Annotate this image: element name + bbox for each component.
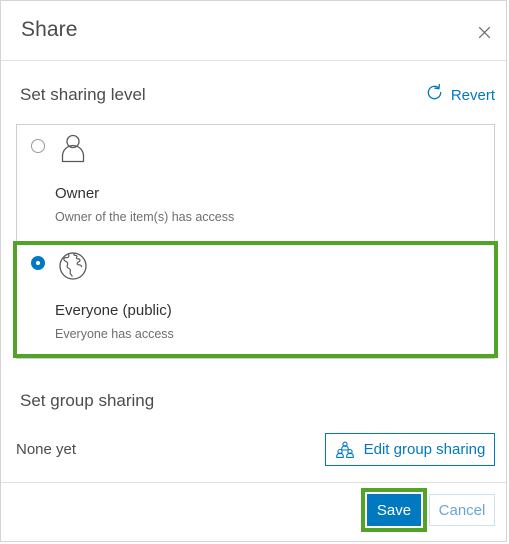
sharing-level-options: Owner Owner of the item(s) has access Ev…	[16, 124, 495, 359]
sharing-option-label: Owner	[55, 185, 100, 202]
group-people-icon	[335, 441, 355, 459]
sharing-option-description: Everyone has access	[55, 327, 174, 341]
radio-everyone[interactable]	[31, 256, 45, 270]
dialog-header: Share	[1, 1, 506, 61]
sharing-level-heading: Set sharing level	[20, 85, 146, 104]
edit-group-sharing-button[interactable]: Edit group sharing	[325, 433, 495, 466]
revert-icon	[425, 83, 444, 107]
globe-icon	[55, 248, 91, 284]
footer-divider	[1, 482, 506, 483]
share-dialog: Share Set sharing level Revert Owner Own…	[0, 0, 507, 542]
sharing-level-section-header: Set sharing level Revert	[1, 83, 506, 115]
sharing-option-description: Owner of the item(s) has access	[55, 210, 235, 224]
revert-label: Revert	[450, 86, 495, 104]
revert-button[interactable]: Revert	[425, 83, 495, 107]
save-button[interactable]: Save	[367, 494, 421, 526]
person-icon	[55, 131, 91, 167]
cancel-button[interactable]: Cancel	[429, 494, 495, 526]
group-sharing-heading: Set group sharing	[20, 391, 155, 410]
close-icon[interactable]	[471, 19, 497, 45]
sharing-option-label: Everyone (public)	[55, 302, 172, 319]
group-sharing-section-header: Set group sharing	[1, 391, 506, 421]
sharing-option-everyone[interactable]: Everyone (public) Everyone has access	[17, 242, 494, 359]
radio-owner[interactable]	[31, 139, 45, 153]
edit-group-sharing-label: Edit group sharing	[363, 441, 486, 458]
group-sharing-status: None yet	[16, 441, 77, 458]
sharing-option-owner[interactable]: Owner Owner of the item(s) has access	[17, 125, 494, 242]
dialog-title: Share	[21, 18, 78, 41]
